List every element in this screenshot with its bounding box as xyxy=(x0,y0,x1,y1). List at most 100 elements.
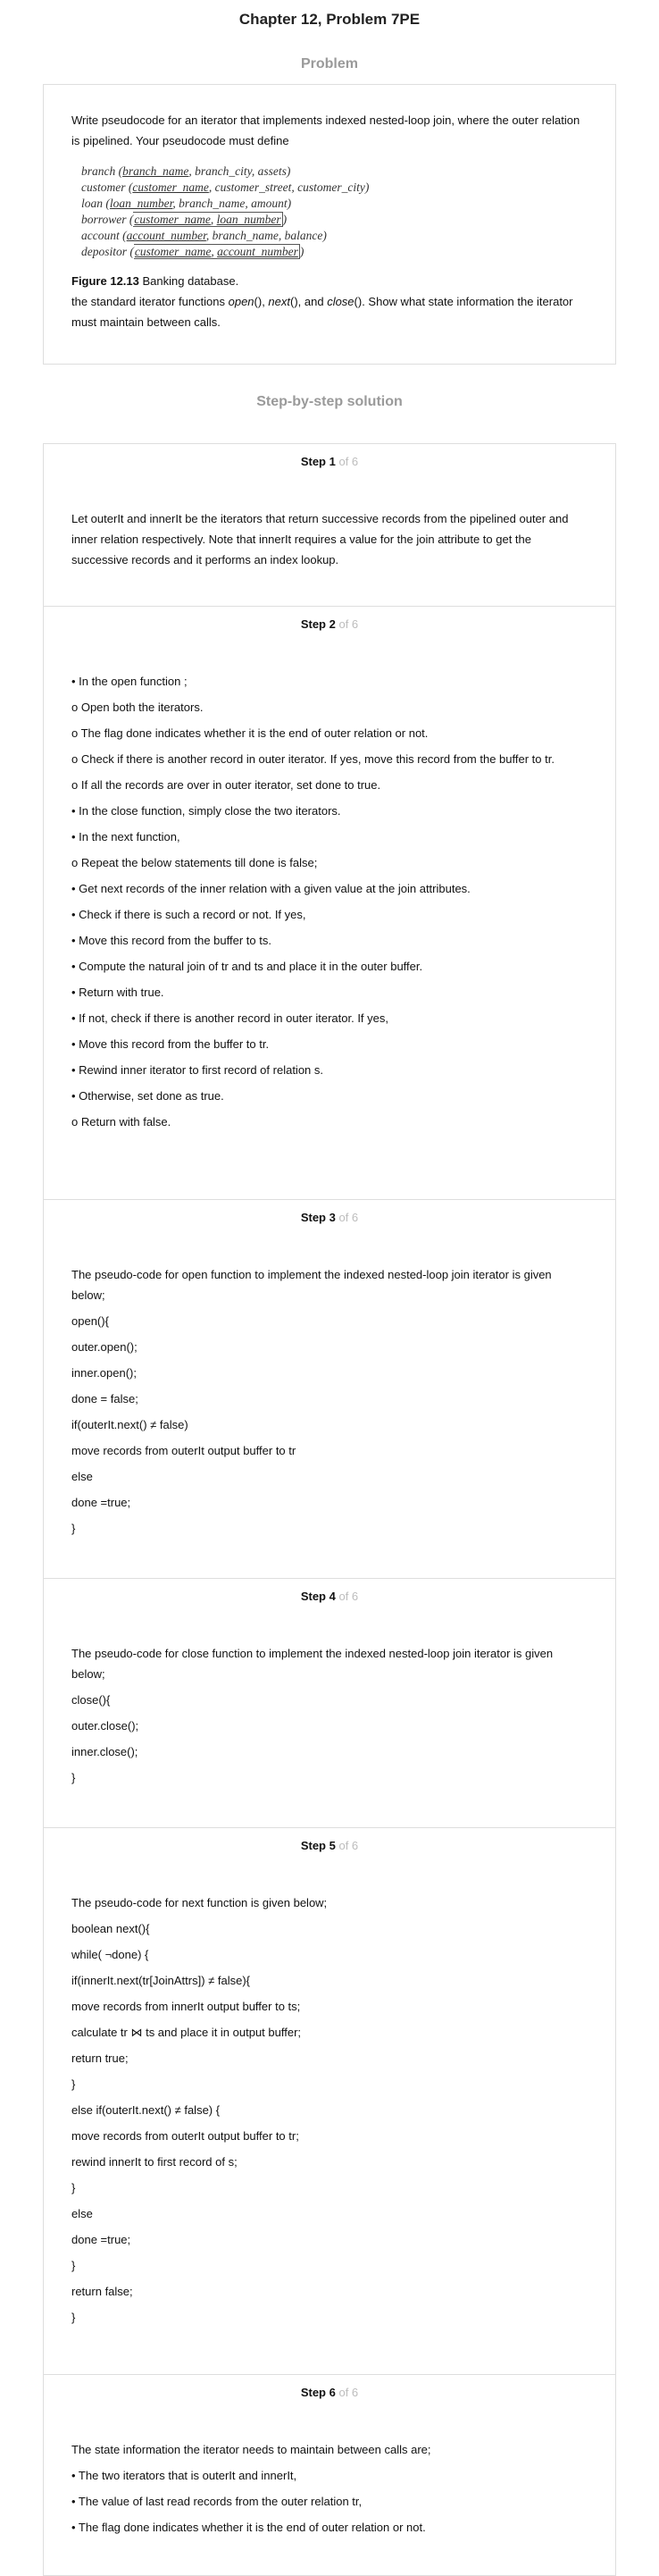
problem-outro: the standard iterator functions open (), … xyxy=(71,291,588,332)
step-line: • Check if there is such a record or not… xyxy=(71,908,306,921)
schema-attribute: loan_number xyxy=(216,213,281,226)
fn-open: open xyxy=(228,295,254,308)
step-total: of 6 xyxy=(338,455,359,468)
step-line: • Otherwise, set done as true. xyxy=(71,1089,224,1103)
step-title: Step 3 of 6 xyxy=(71,1200,588,1229)
step-line: return true; xyxy=(71,2052,129,2065)
schema-attribute: branch_city xyxy=(195,164,252,178)
outro-pre: the standard iterator functions xyxy=(71,295,229,308)
step-line: rewind innerIt to first record of s; xyxy=(71,2155,238,2169)
step-line: move records from outerIt output buffer … xyxy=(71,2129,299,2143)
step-line: o If all the records are over in outer i… xyxy=(71,778,381,792)
step-line: • Move this record from the buffer to ts… xyxy=(71,934,271,947)
problem-card: Write pseudocode for an iterator that im… xyxy=(43,84,616,365)
step-section-5: Step 5 of 6 The pseudo-code for next func… xyxy=(44,1828,615,2375)
page-title: Chapter 12, Problem 7PE xyxy=(238,11,421,28)
step-content: The pseudo-code for close function to im… xyxy=(71,1643,588,1788)
step-line: • The flag done indicates whether it is … xyxy=(71,2521,426,2534)
step-line: • The two iterators that is outerIt and … xyxy=(71,2469,297,2482)
step-label: Step 4 xyxy=(300,1590,336,1603)
schema-attribute: account_number xyxy=(217,245,298,258)
step-line: o Repeat the below statements till done … xyxy=(71,856,318,869)
schema-attribute: branch_name xyxy=(179,197,246,210)
step-line: close(){ xyxy=(71,1693,111,1707)
step-line: • If not, check if there is another reco… xyxy=(71,1011,388,1025)
step-line: inner.close(); xyxy=(71,1745,138,1758)
step-line: • In the close function, simply close th… xyxy=(71,804,341,818)
problem-heading: Problem xyxy=(300,56,358,71)
step-line: } xyxy=(71,1771,76,1784)
step-line: • Get next records of the inner relation… xyxy=(71,882,471,895)
step-line: o Open both the iterators. xyxy=(71,701,204,714)
step-line: open(){ xyxy=(71,1314,109,1328)
step-label: Step 5 xyxy=(300,1839,336,1852)
schema-relation-name: account xyxy=(81,229,120,242)
step-line: • Move this record from the buffer to tr… xyxy=(71,1037,270,1051)
page: Chapter 12, Problem 7PE Problem Write ps… xyxy=(0,0,659,2576)
step-line: else xyxy=(71,2207,93,2220)
step-line: • The value of last read records from th… xyxy=(71,2495,363,2508)
step-section-1: Step 1 of 6 Let outerIt and innerIt be th… xyxy=(44,444,615,607)
schema-row-branch: branch (branch_name, branch_city, assets… xyxy=(81,164,291,178)
fn-close: close xyxy=(327,295,355,308)
step-line: • In the next function, xyxy=(71,830,180,843)
schema-row-loan: loan (loan_number, branch_name, amount) xyxy=(81,197,292,210)
step-total: of 6 xyxy=(338,1211,359,1224)
schema-relation-name: loan xyxy=(81,197,104,210)
schema-attribute: balance xyxy=(284,229,323,242)
step-line: The pseudo-code for next function is giv… xyxy=(71,1896,328,1909)
step-line: • Rewind inner iterator to first record … xyxy=(71,1063,324,1077)
step-line: o The flag done indicates whether it is … xyxy=(71,726,429,740)
step-section-2: Step 2 of 6 • In the open function ; o Ope… xyxy=(44,607,615,1200)
step-line: } xyxy=(71,1522,76,1535)
step-line: done =true; xyxy=(71,2233,131,2246)
step-line: o Check if there is another record in ou… xyxy=(71,752,555,766)
step-line: outer.close(); xyxy=(71,1719,139,1733)
schema-relation-name: borrower xyxy=(81,213,127,226)
schema-row-depositor: depositor (customer_name, account_number… xyxy=(81,244,304,259)
schema-attribute: account_number xyxy=(126,229,206,242)
solution-card: Step 1 of 6 Let outerIt and innerIt be th… xyxy=(43,443,616,2576)
figure-caption: Figure 12.13 Banking database. xyxy=(71,271,588,291)
step-content: • In the open function ; o Open both the … xyxy=(71,671,588,1132)
step-line: } xyxy=(71,2259,76,2272)
step-line: Let outerIt and innerIt be the iterators… xyxy=(71,512,569,566)
schema-relation-name: branch xyxy=(81,164,116,178)
step-total: of 6 xyxy=(338,1839,359,1852)
schema-figure: branch (branch_name, branch_city, assets… xyxy=(81,164,588,260)
schema-attribute: customer_city xyxy=(297,180,365,194)
solution-heading: Step-by-step solution xyxy=(256,394,403,409)
step-title: Step 2 of 6 xyxy=(71,607,588,636)
step-line: else if(outerIt.next() ≠ false) { xyxy=(71,2103,221,2117)
step-line: done = false; xyxy=(71,1392,138,1405)
step-content: The state information the iterator needs… xyxy=(71,2439,588,2538)
step-line: move records from outerIt output buffer … xyxy=(71,1444,296,1457)
step-content: Let outerIt and innerIt be the iterators… xyxy=(71,508,588,570)
schema-row-account: account (account_number, branch_name, ba… xyxy=(81,229,327,242)
step-total: of 6 xyxy=(338,617,359,631)
step-line: inner.open(); xyxy=(71,1366,137,1380)
step-title: Step 5 of 6 xyxy=(71,1828,588,1858)
fn-next-tail: (), and xyxy=(290,295,328,308)
step-line: if(innerIt.next(tr[JoinAttrs]) ≠ false){ xyxy=(71,1974,251,1987)
step-line: } xyxy=(71,2077,76,2091)
figure-text: Banking database. xyxy=(142,274,239,288)
fn-open-tail: (), xyxy=(254,295,269,308)
step-line: } xyxy=(71,2181,76,2194)
schema-attribute: customer_street xyxy=(214,180,292,194)
step-line: move records from innerIt output buffer … xyxy=(71,2000,301,2013)
step-line: • Compute the natural join of tr and ts … xyxy=(71,960,423,973)
step-line: if(outerIt.next() ≠ false) xyxy=(71,1418,188,1431)
step-label: Step 3 xyxy=(300,1211,336,1224)
step-line: The pseudo-code for close function to im… xyxy=(71,1647,554,1681)
step-section-4: Step 4 of 6 The pseudo-code for close fun… xyxy=(44,1579,615,1828)
step-line: while( ¬done) { xyxy=(71,1948,149,1961)
step-line: The pseudo-code for open function to imp… xyxy=(71,1268,552,1302)
step-line: o Return with false. xyxy=(71,1115,171,1129)
step-label: Step 2 xyxy=(300,617,336,631)
schema-attribute: amount xyxy=(251,197,288,210)
schema-attribute: branch_name xyxy=(122,164,189,178)
schema-relation-name: depositor xyxy=(81,245,128,258)
step-section-3: Step 3 of 6 The pseudo-code for open func… xyxy=(44,1200,615,1579)
schema-attribute: customer_name xyxy=(134,213,211,226)
